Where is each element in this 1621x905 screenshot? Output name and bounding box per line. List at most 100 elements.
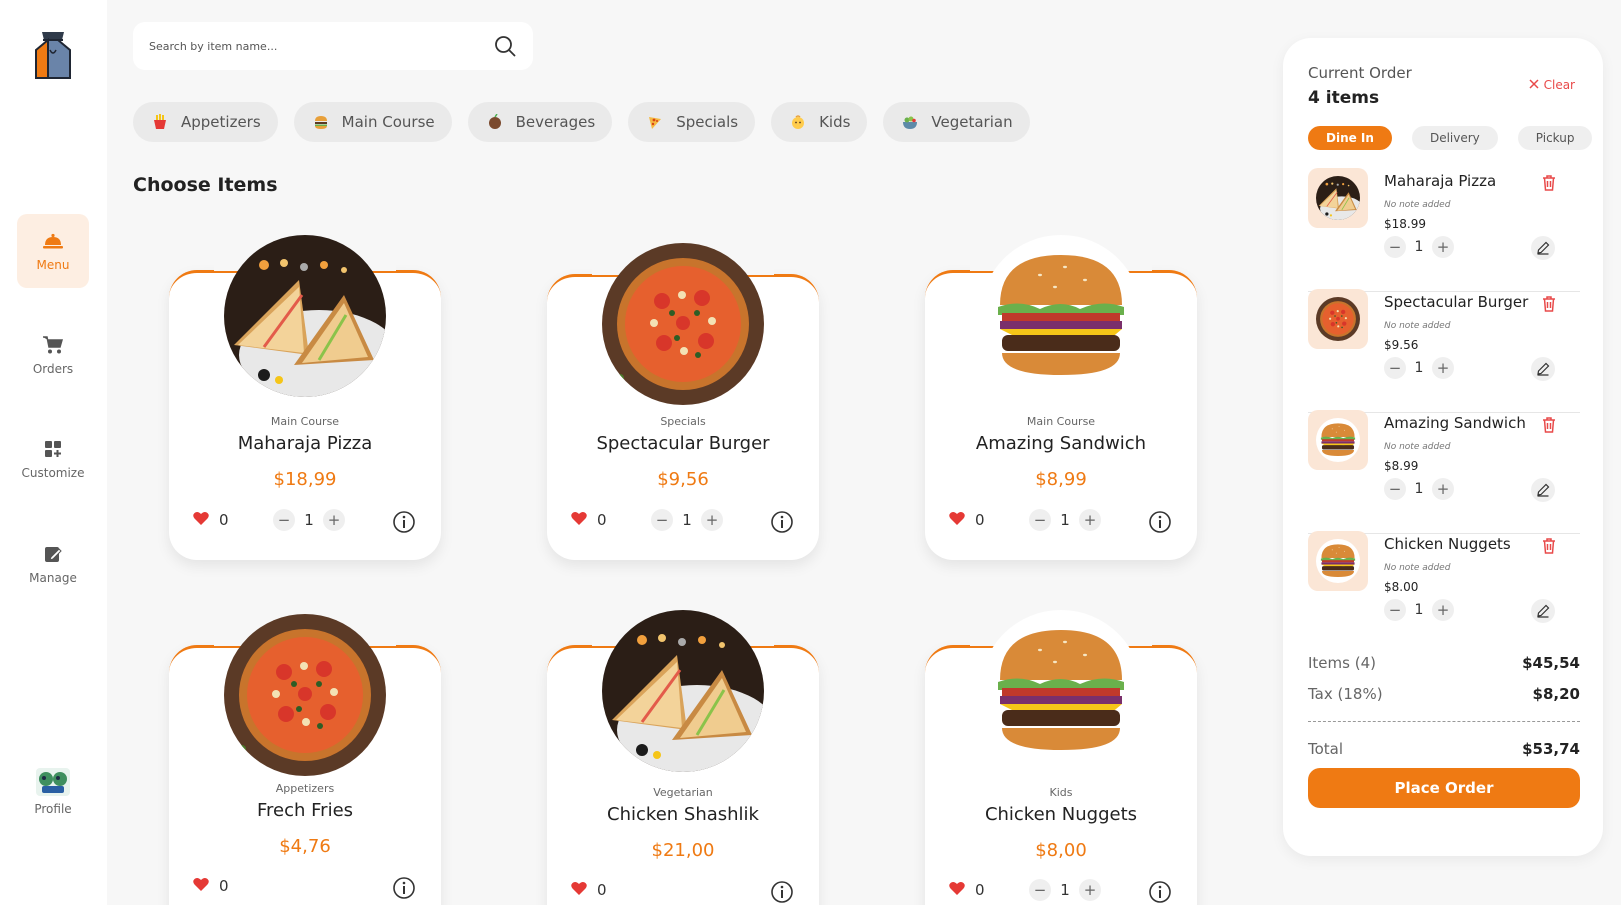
trash-icon[interactable] bbox=[1540, 295, 1558, 313]
item-photo bbox=[602, 243, 764, 405]
increase-button[interactable]: + bbox=[1432, 236, 1454, 258]
summary-total-value: $53,74 bbox=[1522, 740, 1580, 758]
nav-menu[interactable]: Menu bbox=[17, 214, 89, 288]
order-line-price: $8.00 bbox=[1384, 580, 1419, 594]
nav-orders[interactable]: Orders bbox=[17, 318, 89, 392]
order-line-price: $8.99 bbox=[1384, 459, 1419, 473]
trash-icon[interactable] bbox=[1540, 537, 1558, 555]
info-icon[interactable] bbox=[1148, 880, 1172, 904]
decrease-button[interactable]: − bbox=[1029, 509, 1051, 531]
clear-button[interactable]: Clear bbox=[1529, 78, 1575, 92]
place-order-button[interactable]: Place Order bbox=[1308, 768, 1580, 808]
item-card[interactable]: Vegetarian Chicken Shashlik $21,00 0 bbox=[547, 606, 819, 905]
item-photo bbox=[980, 235, 1142, 397]
category-appetizers[interactable]: Appetizers bbox=[133, 102, 278, 142]
order-line-thumbnail bbox=[1308, 410, 1368, 470]
category-kids[interactable]: Kids bbox=[771, 102, 868, 142]
nav-customize-label: Customize bbox=[21, 466, 85, 480]
item-card[interactable]: Kids Chicken Nuggets $8,00 0 − 1 + bbox=[925, 606, 1197, 905]
current-order-panel: Current Order 4 items Clear Dine In Deli… bbox=[1283, 38, 1603, 856]
heart-icon[interactable] bbox=[949, 881, 965, 899]
heart-icon[interactable] bbox=[949, 511, 965, 529]
search-input[interactable] bbox=[149, 39, 493, 53]
like-control[interactable]: 0 bbox=[949, 881, 985, 899]
nav-customize[interactable]: Customize bbox=[17, 422, 89, 496]
order-title: Current Order bbox=[1308, 64, 1412, 82]
quantity-stepper: − 1 + bbox=[651, 509, 723, 531]
decrease-button[interactable]: − bbox=[1384, 478, 1406, 500]
category-vegetarian[interactable]: Vegetarian bbox=[883, 102, 1030, 142]
pencil-icon[interactable] bbox=[1531, 599, 1555, 623]
info-icon[interactable] bbox=[770, 510, 794, 534]
increase-button[interactable]: + bbox=[1079, 509, 1101, 531]
increase-button[interactable]: + bbox=[1432, 599, 1454, 621]
category-specials[interactable]: Specials bbox=[628, 102, 756, 142]
item-name: Amazing Sandwich bbox=[975, 433, 1147, 454]
decrease-button[interactable]: − bbox=[1384, 236, 1406, 258]
item-category: Appetizers bbox=[275, 782, 335, 795]
item-name: Frech Fries bbox=[256, 800, 354, 821]
pencil-icon[interactable] bbox=[1531, 236, 1555, 260]
baby-icon bbox=[789, 113, 807, 131]
category-beverages[interactable]: Beverages bbox=[467, 102, 613, 142]
info-icon[interactable] bbox=[392, 876, 416, 900]
decrease-button[interactable]: − bbox=[1029, 879, 1051, 901]
sidebar: Menu Orders Customize Manage Profile bbox=[0, 0, 107, 905]
info-icon[interactable] bbox=[392, 510, 416, 534]
heart-icon[interactable] bbox=[571, 511, 587, 529]
trash-icon[interactable] bbox=[1540, 174, 1558, 192]
category-main-course[interactable]: Main Course bbox=[293, 102, 452, 142]
like-count: 0 bbox=[975, 881, 985, 899]
increase-button[interactable]: + bbox=[1432, 357, 1454, 379]
like-control[interactable]: 0 bbox=[571, 511, 607, 529]
item-card[interactable]: Main Course Maharaja Pizza $18,99 0 − 1 … bbox=[169, 231, 441, 560]
decrease-button[interactable]: − bbox=[651, 509, 673, 531]
item-category: Specials bbox=[660, 415, 706, 428]
like-control[interactable]: 0 bbox=[193, 511, 229, 529]
increase-button[interactable]: + bbox=[701, 509, 723, 531]
increase-button[interactable]: + bbox=[323, 509, 345, 531]
quantity-value: 1 bbox=[682, 511, 692, 529]
drink-icon bbox=[486, 113, 504, 131]
heart-icon[interactable] bbox=[571, 881, 587, 899]
mode-delivery[interactable]: Delivery bbox=[1411, 126, 1498, 150]
increase-button[interactable]: + bbox=[1432, 478, 1454, 500]
order-line-name: Maharaja Pizza bbox=[1384, 172, 1497, 190]
app-logo bbox=[32, 28, 74, 82]
item-card[interactable]: Main Course Amazing Sandwich $8,99 0 − 1… bbox=[925, 231, 1197, 560]
item-category: Main Course bbox=[1026, 415, 1096, 428]
heart-icon[interactable] bbox=[193, 511, 209, 529]
search-icon[interactable] bbox=[493, 34, 517, 58]
like-control[interactable]: 0 bbox=[571, 881, 607, 899]
like-control[interactable]: 0 bbox=[193, 877, 229, 895]
fries-icon bbox=[151, 113, 169, 131]
quantity-value: 1 bbox=[1060, 511, 1070, 529]
item-photo bbox=[980, 610, 1142, 772]
decrease-button[interactable]: − bbox=[273, 509, 295, 531]
order-line-price: $18.99 bbox=[1384, 217, 1426, 231]
pencil-icon[interactable] bbox=[1531, 478, 1555, 502]
heart-icon[interactable] bbox=[193, 877, 209, 895]
increase-button[interactable]: + bbox=[1079, 879, 1101, 901]
like-control[interactable]: 0 bbox=[949, 511, 985, 529]
decrease-button[interactable]: − bbox=[1384, 357, 1406, 379]
category-label: Beverages bbox=[515, 113, 596, 131]
item-price: $8,99 bbox=[1035, 469, 1087, 490]
nav-profile[interactable]: Profile bbox=[17, 750, 89, 834]
pencil-icon[interactable] bbox=[1531, 357, 1555, 381]
quantity-value: 1 bbox=[1414, 481, 1424, 497]
nav-profile-label: Profile bbox=[34, 802, 72, 816]
nav-menu-label: Menu bbox=[36, 258, 70, 272]
nav-manage[interactable]: Manage bbox=[17, 527, 89, 601]
section-title: Choose Items bbox=[133, 174, 278, 196]
item-card[interactable]: Appetizers Frech Fries $4,76 0 bbox=[169, 606, 441, 905]
mode-pickup[interactable]: Pickup bbox=[1517, 126, 1593, 150]
summary-tax-label: Tax (18%) bbox=[1308, 685, 1383, 703]
item-card[interactable]: Specials Spectacular Burger $9,56 0 − 1 … bbox=[547, 235, 819, 560]
info-icon[interactable] bbox=[770, 880, 794, 904]
like-count: 0 bbox=[219, 511, 229, 529]
trash-icon[interactable] bbox=[1540, 416, 1558, 434]
info-icon[interactable] bbox=[1148, 510, 1172, 534]
mode-dine-in[interactable]: Dine In bbox=[1308, 126, 1392, 150]
decrease-button[interactable]: − bbox=[1384, 599, 1406, 621]
